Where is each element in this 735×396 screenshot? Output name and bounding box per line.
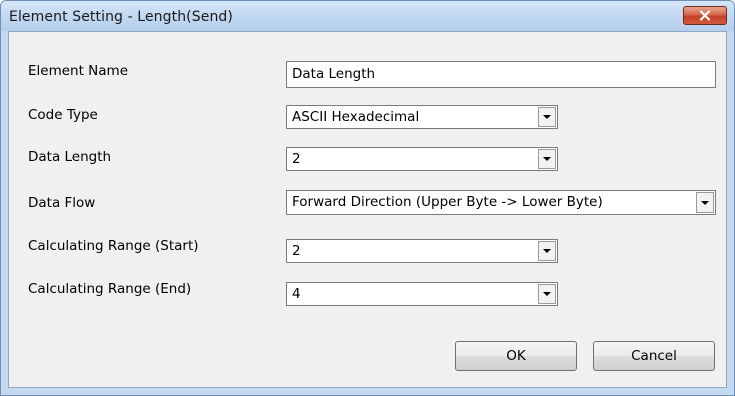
code-type-select[interactable]: ASCII Hexadecimal bbox=[286, 105, 558, 129]
data-flow-dropdown-button[interactable] bbox=[696, 192, 714, 213]
window-title: Element Setting - Length(Send) bbox=[9, 9, 233, 25]
chevron-down-icon bbox=[543, 292, 551, 296]
code-type-value: ASCII Hexadecimal bbox=[292, 109, 420, 125]
close-button[interactable] bbox=[683, 6, 727, 25]
cancel-button[interactable]: Cancel bbox=[593, 341, 715, 371]
chevron-down-icon bbox=[701, 200, 709, 205]
dialog-client-area: Element Name Data Length Code Type ASCII… bbox=[8, 31, 727, 388]
element-name-input[interactable]: Data Length bbox=[286, 61, 716, 88]
element-name-value: Data Length bbox=[292, 66, 376, 82]
title-bar[interactable]: Element Setting - Length(Send) bbox=[1, 1, 734, 31]
data-flow-value: Forward Direction (Upper Byte -> Lower B… bbox=[292, 194, 603, 210]
chevron-down-icon bbox=[543, 157, 551, 161]
code-type-label: Code Type bbox=[28, 107, 98, 123]
range-start-select[interactable]: 2 bbox=[286, 239, 558, 263]
code-type-dropdown-button[interactable] bbox=[538, 107, 556, 127]
data-length-select[interactable]: 2 bbox=[286, 147, 558, 171]
dialog-window: Element Setting - Length(Send) Element N… bbox=[0, 0, 735, 396]
range-start-value: 2 bbox=[292, 243, 301, 259]
range-end-value: 4 bbox=[292, 286, 301, 302]
range-end-dropdown-button[interactable] bbox=[538, 284, 556, 304]
range-start-label: Calculating Range (Start) bbox=[28, 238, 199, 254]
range-start-dropdown-button[interactable] bbox=[538, 241, 556, 261]
data-flow-select[interactable]: Forward Direction (Upper Byte -> Lower B… bbox=[286, 190, 716, 215]
data-length-label: Data Length bbox=[28, 149, 112, 165]
element-name-label: Element Name bbox=[28, 63, 129, 79]
data-flow-label: Data Flow bbox=[28, 195, 96, 211]
data-length-value: 2 bbox=[292, 151, 301, 167]
chevron-down-icon bbox=[543, 249, 551, 253]
close-icon bbox=[699, 10, 711, 21]
range-end-select[interactable]: 4 bbox=[286, 282, 558, 306]
data-length-dropdown-button[interactable] bbox=[538, 149, 556, 169]
range-end-label: Calculating Range (End) bbox=[28, 281, 192, 297]
chevron-down-icon bbox=[543, 115, 551, 119]
ok-button[interactable]: OK bbox=[455, 341, 577, 371]
